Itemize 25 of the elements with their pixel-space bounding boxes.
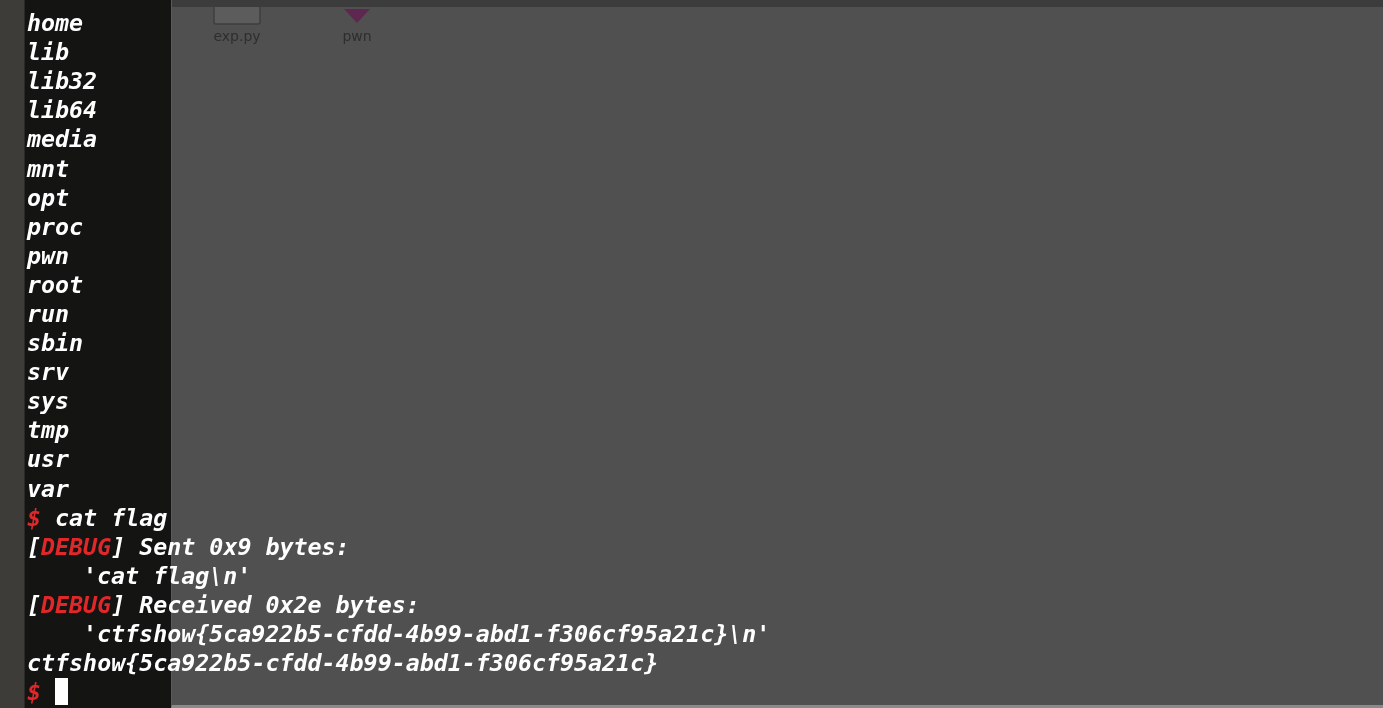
terminal-line: lib xyxy=(27,37,70,67)
terminal-line: [DEBUG] Received 0x2e bytes: xyxy=(27,589,420,619)
terminal-line: proc xyxy=(27,211,84,241)
terminal-line: tmp xyxy=(27,415,70,445)
terminal-line: srv xyxy=(27,357,70,387)
terminal-line: sbin xyxy=(27,328,84,358)
terminal-line: lib32 xyxy=(27,66,98,96)
terminal-line: ctfshow{5ca922b5-cfdd-4b99-abd1-f306cf95a21c} xyxy=(27,648,659,678)
terminal-line: mnt xyxy=(27,153,70,183)
terminal-line: opt xyxy=(27,182,70,212)
terminal-line: 'ctfshow{5ca922b5-cfdd-4b99-abd1-f306cf95a21c}\n' xyxy=(82,619,771,649)
terminal-line: [DEBUG] Sent 0x9 bytes: xyxy=(27,531,350,561)
prompt-symbol: $ xyxy=(27,678,42,706)
terminal-line: var xyxy=(27,473,70,503)
terminal-line: root xyxy=(27,269,84,299)
terminal-line: media xyxy=(27,124,98,154)
terminal-line: 'cat flag\n' xyxy=(82,560,252,590)
file-icon[interactable] xyxy=(213,7,261,25)
terminal-line: home xyxy=(27,8,84,38)
terminal-line: run xyxy=(27,299,70,329)
terminal-line: sys xyxy=(27,386,70,416)
terminal-line: pwn xyxy=(27,240,70,270)
terminal-line: lib64 xyxy=(27,95,98,125)
terminal-line: usr xyxy=(27,444,70,474)
terminal-line: $ cat flag xyxy=(27,502,168,532)
